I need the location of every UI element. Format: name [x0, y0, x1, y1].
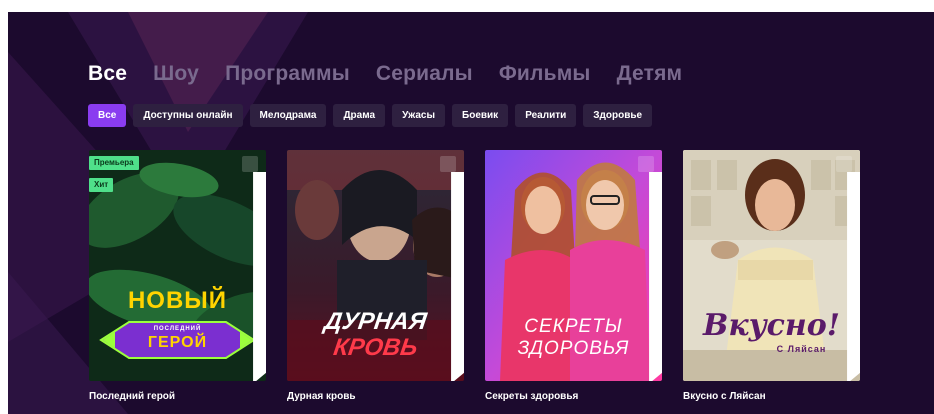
tab-kids[interactable]: Детям — [617, 62, 683, 86]
content-card[interactable]: Вкусно! С Ляйсан Вкусно с Ляйсан — [683, 150, 860, 402]
hit-badge: Хит — [89, 178, 114, 192]
poster-title-line1: НОВЫЙ — [127, 287, 228, 314]
tab-series[interactable]: Сериалы — [376, 62, 473, 86]
content-frame: Все Шоу Программы Сериалы Фильмы Детям В… — [8, 12, 934, 414]
poster-title-line1: СЕКРЕТЫ — [524, 316, 623, 337]
tab-movies[interactable]: Фильмы — [499, 62, 591, 86]
content-card[interactable]: НОВЫЙ ПОСЛЕДНИЙ ГЕРОЙ Премьера Хит После… — [89, 150, 266, 402]
tab-all[interactable]: Все — [88, 62, 127, 86]
bookmark-icon[interactable] — [242, 156, 266, 381]
tab-shows[interactable]: Шоу — [153, 62, 199, 86]
poster-title-line2: КРОВЬ — [331, 334, 420, 361]
genre-chip-all[interactable]: Все — [88, 104, 127, 127]
genre-chip-online[interactable]: Доступны онлайн — [133, 104, 243, 127]
genre-filters: Все Доступны онлайн Мелодрама Драма Ужас… — [88, 104, 653, 127]
poster-image: НОВЫЙ ПОСЛЕДНИЙ ГЕРОЙ Премьера Хит — [89, 150, 266, 381]
content-card[interactable]: СЕКРЕТЫ ЗДОРОВЬЯ Секреты здоровья — [485, 150, 662, 402]
poster-title-line3: ГЕРОЙ — [147, 334, 208, 351]
tab-programs[interactable]: Программы — [225, 62, 350, 86]
bookmark-icon[interactable] — [638, 156, 662, 381]
premiere-badge: Премьера — [89, 156, 139, 170]
poster-title-line1: ДУРНАЯ — [322, 308, 429, 335]
poster-title-line2: ПОСЛЕДНИЙ — [153, 326, 202, 332]
card-title: Последний герой — [89, 391, 176, 402]
genre-chip-drama[interactable]: Драма — [333, 104, 386, 127]
card-title: Секреты здоровья — [485, 391, 579, 402]
content-card[interactable]: ДУРНАЯ КРОВЬ Дурная кровь — [287, 150, 464, 402]
genre-chip-health[interactable]: Здоровье — [583, 104, 653, 127]
poster-image: ДУРНАЯ КРОВЬ — [287, 150, 464, 381]
genre-chip-reality[interactable]: Реалити — [515, 104, 577, 127]
bookmark-icon[interactable] — [440, 156, 464, 381]
poster-title-line2: ЗДОРОВЬЯ — [517, 338, 630, 359]
content-cards: НОВЫЙ ПОСЛЕДНИЙ ГЕРОЙ Премьера Хит После… — [89, 150, 860, 402]
poster-image: СЕКРЕТЫ ЗДОРОВЬЯ — [485, 150, 662, 381]
genre-chip-melodrama[interactable]: Мелодрама — [249, 104, 327, 127]
card-title: Дурная кровь — [287, 391, 356, 402]
poster-image: Вкусно! С Ляйсан — [683, 150, 860, 381]
poster-title-line1: Вкусно! — [703, 308, 840, 343]
category-tabs: Все Шоу Программы Сериалы Фильмы Детям — [88, 62, 682, 86]
genre-chip-horror[interactable]: Ужасы — [392, 104, 446, 127]
card-title: Вкусно с Ляйсан — [683, 391, 766, 402]
genre-chip-action[interactable]: Боевик — [452, 104, 509, 127]
bookmark-icon[interactable] — [836, 156, 860, 381]
